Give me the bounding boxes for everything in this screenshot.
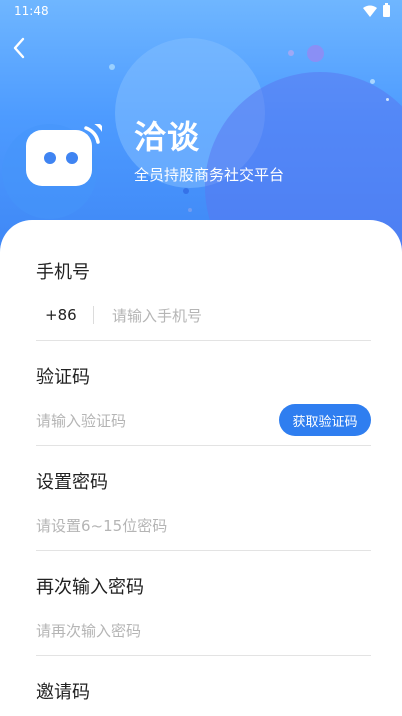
decor-dot xyxy=(188,208,192,212)
wifi-icon xyxy=(363,5,377,17)
password-input[interactable] xyxy=(36,516,356,536)
decor-dot xyxy=(370,79,375,84)
phone-input-row: +86 xyxy=(36,294,371,341)
country-code-selector[interactable]: +86 xyxy=(45,306,77,324)
get-verify-code-button[interactable]: 获取验证码 xyxy=(279,404,371,436)
country-code-divider xyxy=(93,306,94,324)
verify-code-input[interactable] xyxy=(36,411,256,431)
chat-robot-logo-icon xyxy=(26,124,102,186)
back-arrow-icon[interactable] xyxy=(10,36,30,60)
status-time: 11:48 xyxy=(14,4,49,18)
confirm-password-input-row xyxy=(36,609,371,656)
decor-dot xyxy=(109,64,115,70)
verify-code-input-row: 获取验证码 xyxy=(36,399,371,446)
app-name: 洽谈 xyxy=(134,118,201,156)
phone-label: 手机号 xyxy=(36,262,90,283)
status-bar: 11:48 xyxy=(0,0,402,24)
invite-code-label: 邀请码 xyxy=(36,682,90,703)
decor-dot xyxy=(183,188,189,194)
confirm-password-input[interactable] xyxy=(36,621,356,641)
battery-icon xyxy=(383,3,390,17)
decor-dot xyxy=(386,98,389,101)
verify-code-label: 验证码 xyxy=(36,367,90,388)
phone-input[interactable] xyxy=(112,306,362,326)
app-slogan: 全员持股商务社交平台 xyxy=(134,166,285,184)
decor-dot xyxy=(288,50,294,56)
decor-dot xyxy=(307,45,324,62)
password-input-row xyxy=(36,504,371,551)
password-label: 设置密码 xyxy=(36,472,108,493)
confirm-password-label: 再次输入密码 xyxy=(36,577,144,598)
